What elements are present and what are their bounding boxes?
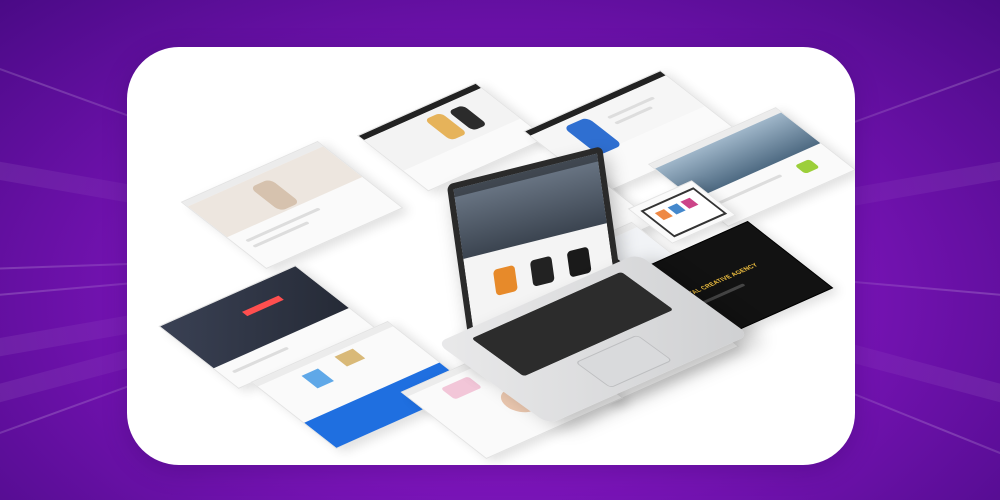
- product-black-jacket: [529, 255, 555, 287]
- product-black-tee: [566, 246, 592, 278]
- showcase-card: DIGITAL CREATIVE AGENCY: [127, 47, 855, 465]
- fashion-store-tile: [180, 141, 404, 269]
- product-orange-shirt: [492, 264, 518, 297]
- website-templates-collage: DIGITAL CREATIVE AGENCY: [127, 47, 855, 465]
